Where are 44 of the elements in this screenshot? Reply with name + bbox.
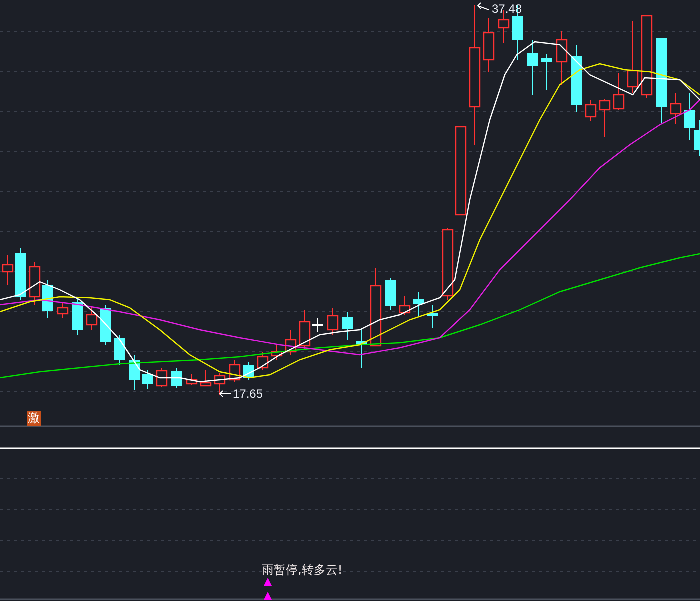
candlestick (342, 312, 354, 340)
signal-badge: 激 (27, 411, 41, 426)
candlestick (244, 362, 254, 380)
signal-marker-icon (264, 592, 272, 600)
arrow-icon (477, 2, 490, 10)
candlestick (186, 374, 198, 386)
candlestick (142, 370, 154, 390)
candlestick (386, 278, 396, 310)
candlestick (356, 328, 368, 368)
candlestick (670, 92, 682, 124)
candlestick (229, 360, 241, 382)
candlestick (114, 334, 126, 366)
candlestick (271, 344, 283, 360)
candlestick (327, 308, 339, 336)
candlestick (285, 330, 297, 356)
candlestick (130, 354, 140, 390)
candlestick (16, 248, 26, 300)
candlestick (414, 292, 424, 316)
candlestick (428, 304, 438, 328)
low-price-label: 17.65 (233, 387, 264, 401)
candlestick (42, 280, 54, 318)
candlestick (542, 54, 552, 90)
arrow-icon (219, 390, 232, 398)
candlestick (214, 372, 226, 396)
candlestick (556, 30, 568, 86)
candlestick (156, 368, 168, 388)
candlestick (172, 368, 182, 388)
candlestick (100, 304, 112, 346)
candlestick (57, 302, 69, 318)
candlestick (528, 40, 538, 96)
candlestick (72, 296, 84, 336)
candlestick (613, 72, 625, 110)
candlestick (572, 44, 582, 112)
candlestick (599, 98, 611, 138)
candlestick (29, 262, 41, 306)
signal-text: 雨暂停,转多云! (262, 564, 343, 577)
candlestick (312, 318, 324, 332)
candlestick (585, 100, 597, 122)
candlestick (299, 310, 311, 350)
candlestick (399, 296, 411, 316)
candlestick (200, 370, 212, 387)
candlestick (257, 352, 269, 370)
candlestick (86, 306, 98, 330)
candlestick (483, 18, 495, 72)
